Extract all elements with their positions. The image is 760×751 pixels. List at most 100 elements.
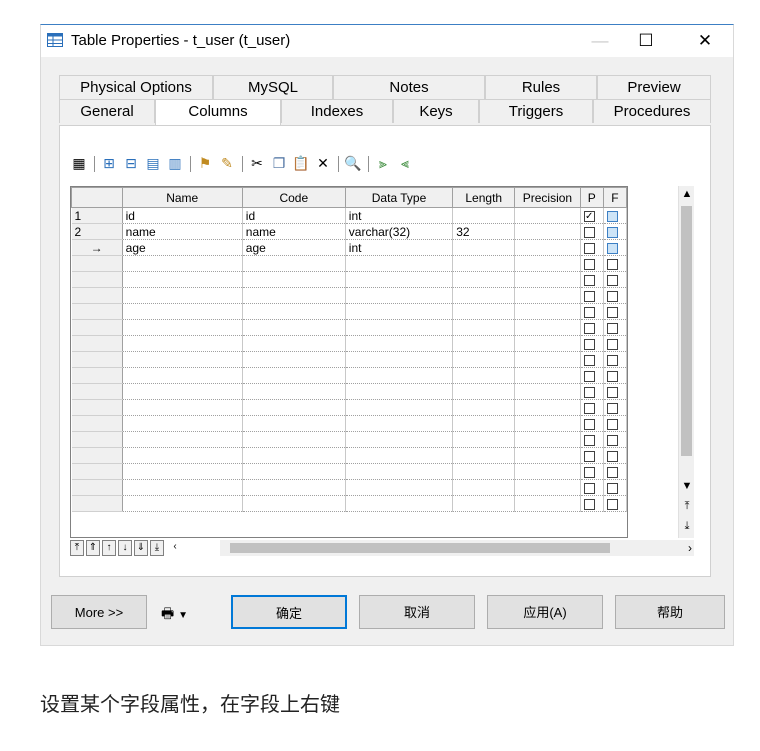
code-cell[interactable]: name — [242, 223, 346, 240]
foreign-key-cell[interactable] — [603, 463, 627, 480]
empty-cell[interactable] — [122, 319, 243, 336]
empty-cell[interactable] — [345, 447, 454, 464]
scroll-bottom-button[interactable]: ⤓ — [679, 518, 695, 534]
empty-table-row[interactable] — [71, 367, 627, 384]
precision-cell[interactable] — [514, 207, 581, 224]
find-icon[interactable]: 🔍 — [344, 154, 362, 172]
foreign-key-cell[interactable] — [603, 287, 627, 304]
name-cell[interactable]: age — [122, 239, 243, 256]
foreign-key-cell[interactable] — [603, 255, 627, 272]
primary-key-checkbox[interactable] — [583, 450, 595, 462]
empty-table-row[interactable] — [71, 351, 627, 368]
empty-cell[interactable] — [345, 351, 454, 368]
move-up-icon[interactable]: ↑ — [102, 540, 116, 556]
length-cell[interactable] — [452, 239, 516, 256]
move-page-up-icon[interactable]: ⇑ — [86, 540, 100, 556]
foreign-key-cell[interactable] — [603, 271, 627, 288]
ok-button[interactable]: 确定 — [231, 595, 347, 629]
empty-cell[interactable] — [242, 287, 346, 304]
primary-key-cell[interactable] — [580, 415, 604, 432]
primary-key-checkbox[interactable] — [583, 290, 595, 302]
primary-key-cell[interactable] — [580, 255, 604, 272]
empty-cell[interactable] — [242, 319, 346, 336]
empty-cell[interactable] — [122, 447, 243, 464]
empty-cell[interactable] — [345, 415, 454, 432]
row-number-cell[interactable]: 1 — [71, 207, 123, 224]
cut-icon[interactable]: ✂ — [248, 154, 266, 172]
foreign-key-checkbox[interactable] — [606, 322, 618, 334]
empty-cell[interactable] — [452, 399, 516, 416]
row-number-cell[interactable] — [71, 271, 123, 288]
code-cell[interactable]: age — [242, 239, 346, 256]
columns-grid[interactable]: Name Code Data Type Length Precision P F… — [70, 186, 628, 538]
empty-table-row[interactable] — [71, 303, 627, 320]
primary-key-cell[interactable] — [580, 223, 604, 240]
foreign-key-cell[interactable] — [603, 431, 627, 448]
cancel-button[interactable]: 取消 — [359, 595, 475, 629]
empty-cell[interactable] — [242, 399, 346, 416]
length-cell[interactable]: 32 — [452, 223, 516, 240]
foreign-key-cell[interactable] — [603, 223, 627, 240]
empty-cell[interactable] — [345, 303, 454, 320]
primary-key-checkbox[interactable] — [583, 306, 595, 318]
table-row[interactable]: 1 id id int ✓ — [71, 207, 627, 224]
foreign-key-cell[interactable] — [603, 351, 627, 368]
foreign-key-checkbox[interactable] — [606, 226, 618, 238]
primary-key-checkbox[interactable] — [583, 498, 595, 510]
copy-icon[interactable]: ❐ — [270, 154, 288, 172]
empty-cell[interactable] — [452, 351, 516, 368]
horizontal-scrollbar[interactable]: › — [220, 540, 694, 556]
empty-table-row[interactable] — [71, 479, 627, 496]
primary-key-cell[interactable] — [580, 335, 604, 352]
empty-cell[interactable] — [514, 303, 581, 320]
empty-cell[interactable] — [514, 495, 581, 512]
empty-cell[interactable] — [345, 383, 454, 400]
empty-cell[interactable] — [452, 367, 516, 384]
more-button[interactable]: More >> — [51, 595, 147, 629]
length-cell[interactable] — [452, 207, 516, 224]
move-bottom-icon[interactable]: ⤓ — [150, 540, 164, 556]
foreign-key-checkbox[interactable] — [606, 258, 618, 270]
row-number-cell[interactable] — [71, 495, 123, 512]
code-column-header[interactable]: Code — [241, 187, 346, 208]
empty-cell[interactable] — [122, 303, 243, 320]
scroll-up-button[interactable]: ▲ — [679, 186, 695, 202]
empty-cell[interactable] — [242, 335, 346, 352]
row-number-cell[interactable] — [71, 367, 123, 384]
tab-procedures[interactable]: Procedures — [593, 99, 711, 123]
empty-cell[interactable] — [345, 319, 454, 336]
empty-cell[interactable] — [514, 415, 581, 432]
empty-cell[interactable] — [345, 271, 454, 288]
primary-key-checkbox[interactable] — [583, 242, 595, 254]
move-top-icon[interactable]: ⤒ — [70, 540, 84, 556]
tab-general[interactable]: General — [59, 99, 155, 123]
tab-notes[interactable]: Notes — [333, 75, 485, 99]
empty-table-row[interactable] — [71, 319, 627, 336]
primary-key-checkbox[interactable] — [583, 418, 595, 430]
empty-cell[interactable] — [452, 495, 516, 512]
empty-table-row[interactable] — [71, 431, 627, 448]
scroll-down-button[interactable]: ▼ — [679, 478, 695, 494]
row-number-cell[interactable] — [71, 431, 123, 448]
foreign-key-cell[interactable] — [603, 367, 627, 384]
foreign-key-checkbox[interactable] — [606, 434, 618, 446]
tab-indexes[interactable]: Indexes — [281, 99, 393, 123]
customize-columns-icon[interactable]: ⫸ — [374, 154, 392, 172]
tab-rules[interactable]: Rules — [485, 75, 597, 99]
foreign-key-cell[interactable] — [603, 495, 627, 512]
empty-cell[interactable] — [242, 255, 346, 272]
row-number-cell[interactable] — [71, 447, 123, 464]
move-page-down-icon[interactable]: ⇓ — [134, 540, 148, 556]
foreign-key-cell[interactable] — [603, 335, 627, 352]
row-number-cell[interactable] — [71, 319, 123, 336]
empty-cell[interactable] — [452, 303, 516, 320]
foreign-key-checkbox[interactable] — [606, 370, 618, 382]
empty-cell[interactable] — [514, 319, 581, 336]
empty-cell[interactable] — [514, 447, 581, 464]
empty-cell[interactable] — [122, 383, 243, 400]
empty-cell[interactable] — [242, 479, 346, 496]
empty-cell[interactable] — [345, 255, 454, 272]
empty-cell[interactable] — [122, 351, 243, 368]
primary-key-checkbox[interactable] — [583, 226, 595, 238]
row-number-cell[interactable] — [71, 463, 123, 480]
